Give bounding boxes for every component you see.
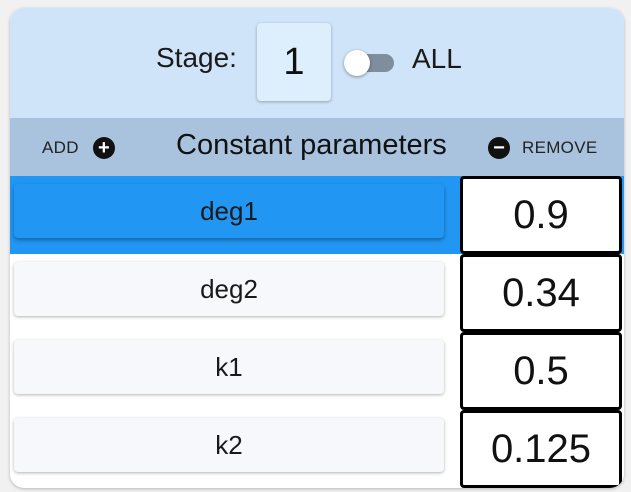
- parameter-name-button[interactable]: deg2: [14, 262, 444, 316]
- parameter-name-button[interactable]: k1: [14, 340, 444, 394]
- section-title: Constant parameters: [176, 129, 447, 161]
- stage-input[interactable]: 1: [257, 23, 331, 101]
- parameter-row: deg1 0.9: [10, 176, 624, 254]
- parameters-panel: Stage: 1 ALL ADD + Constant parameters −…: [10, 8, 624, 488]
- remove-button[interactable]: − REMOVE: [488, 135, 597, 161]
- parameter-row: k2 0.125: [10, 410, 624, 488]
- parameter-value-input[interactable]: 0.34: [460, 254, 622, 332]
- add-button[interactable]: ADD +: [42, 135, 115, 161]
- remove-label: REMOVE: [522, 138, 598, 157]
- parameter-value-input[interactable]: 0.5: [460, 332, 622, 410]
- all-label: ALL: [412, 43, 462, 74]
- minus-circle-icon: −: [488, 137, 510, 159]
- parameter-name-button[interactable]: deg1: [14, 184, 444, 238]
- parameter-row: deg2 0.34: [10, 254, 624, 332]
- all-stages-toggle[interactable]: [344, 50, 396, 76]
- parameter-value-input[interactable]: 0.9: [460, 176, 622, 254]
- stage-label: Stage:: [156, 42, 237, 73]
- add-label: ADD: [42, 138, 79, 157]
- stage-bar: Stage: 1 ALL: [10, 8, 624, 118]
- parameter-name-button[interactable]: k2: [14, 418, 444, 472]
- parameter-value-input[interactable]: 0.125: [460, 410, 622, 488]
- toggle-knob: [344, 50, 370, 76]
- parameter-row: k1 0.5: [10, 332, 624, 410]
- parameters-header: ADD + Constant parameters − REMOVE: [10, 118, 624, 176]
- plus-circle-icon: +: [92, 137, 115, 159]
